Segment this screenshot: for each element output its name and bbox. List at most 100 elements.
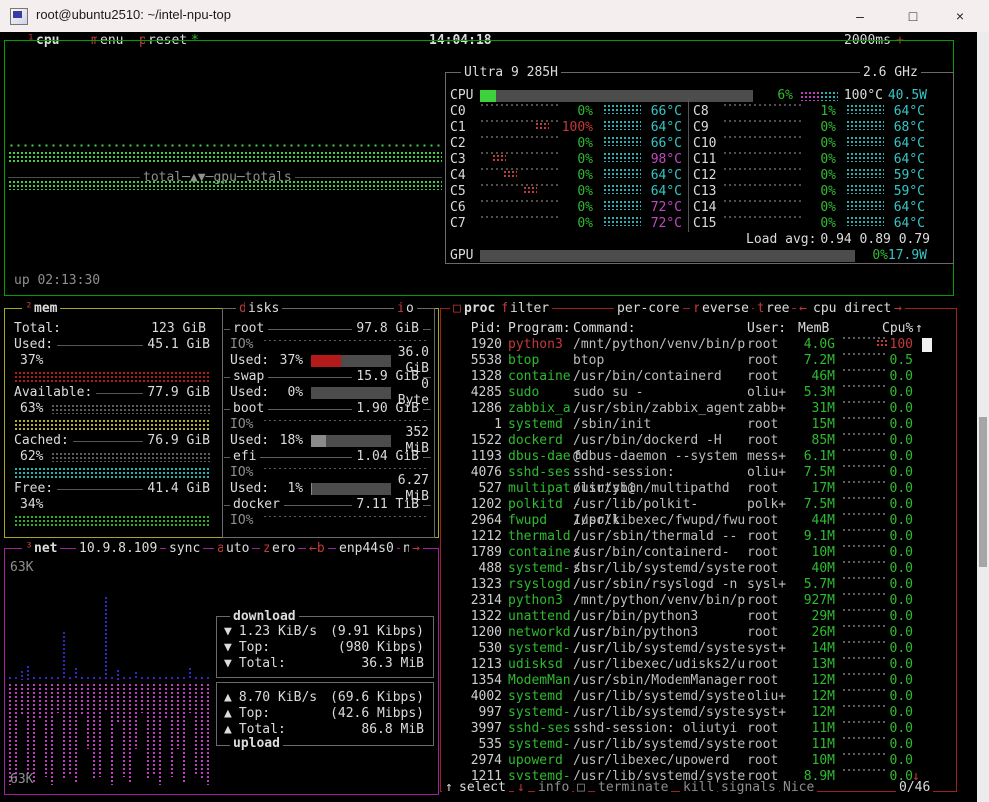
footer-kill[interactable]: kill	[680, 780, 717, 796]
net-zero-toggle[interactable]: ero	[269, 541, 298, 557]
process-row[interactable]: 2974 upowerd /usr/libexec/upowerd root 1…	[440, 753, 950, 769]
core-row: C7 0% 72°C	[450, 216, 690, 232]
tree-toggle[interactable]: ree	[763, 301, 792, 317]
process-cpu: 0.0	[880, 401, 913, 417]
footer-nice[interactable]: Nice	[780, 780, 817, 796]
process-row[interactable]: 1193 dbus-dae @dbus-daemon --system mess…	[440, 449, 950, 465]
mem-meter-value: 45.1 GiB	[147, 337, 210, 353]
reverse-toggle[interactable]: everse	[699, 301, 752, 317]
process-row[interactable]: 997 systemd- /usr/lib/systemd/syste syst…	[440, 705, 950, 721]
process-row[interactable]: 1322 unattend /usr/bin/python3 /usr/ roo…	[440, 609, 950, 625]
cpu-total-meter	[480, 90, 753, 102]
scrollbar-thumb[interactable]	[979, 417, 987, 567]
footer-select[interactable]: select	[456, 780, 509, 796]
process-row[interactable]: 1202 polkitd /usr/lib/polkit-1/polk polk…	[440, 497, 950, 513]
process-row[interactable]: 4002 systemd /usr/lib/systemd/syste oliu…	[440, 689, 950, 705]
process-row[interactable]: 535 systemd- /usr/lib/systemd/syste root…	[440, 737, 950, 753]
process-mem: 10M	[793, 753, 835, 769]
process-command: /sbin/init	[573, 417, 745, 433]
process-row[interactable]: 1 systemd /sbin/init root 15M 0.0	[440, 417, 950, 433]
sort-right-arr[interactable]: →	[891, 301, 905, 317]
process-row[interactable]: 1213 udisksd /usr/libexec/udisks2/u root…	[440, 657, 950, 673]
download-stat-row: ▼ 1.23 KiB/s (9.91 Kibps)	[222, 624, 426, 640]
process-row[interactable]: 1354 ModemMan /usr/sbin/ModemManager roo…	[440, 673, 950, 689]
upload-stat-value: 86.8 MiB	[286, 722, 424, 738]
disk-io-label: IO%	[230, 465, 253, 481]
core-temp-graph	[846, 184, 884, 194]
process-row[interactable]: 527 multipat /usr/sbin/multipathd - root…	[440, 481, 950, 497]
disks-title[interactable]: isks	[245, 301, 282, 317]
mem-total-label: Total:	[14, 321, 61, 337]
net-next-interface-button[interactable]: →	[409, 541, 423, 557]
process-row[interactable]: 2964 fwupd /usr/libexec/fwupd/fwu root 4…	[440, 513, 950, 529]
core-row: C10 0% 64°C	[693, 136, 933, 152]
core-temp: 64°C	[885, 136, 925, 152]
process-row[interactable]: 1323 rsyslogd /usr/sbin/rsyslogd -n sysl…	[440, 577, 950, 593]
footer-down-icon[interactable]: ↓	[514, 780, 528, 796]
footer-terminate[interactable]: terminate	[595, 780, 671, 796]
col-command[interactable]: Command:	[573, 321, 636, 337]
disk-used-label: Used:	[230, 433, 269, 449]
process-row[interactable]: 488 systemd- /usr/lib/systemd/syste root…	[440, 561, 950, 577]
minimize-button[interactable]: –	[837, 0, 883, 32]
disk-io-label: IO%	[230, 417, 253, 433]
process-row[interactable]: 4076 sshd-ses sshd-session: oliutyi@ oli…	[440, 465, 950, 481]
process-row[interactable]: 1212 thermald /usr/sbin/thermald --s roo…	[440, 529, 950, 545]
mem-meter-band	[14, 515, 210, 527]
process-user: zabb+	[747, 401, 793, 417]
disk-name: root	[233, 321, 264, 337]
core-name: C7	[450, 216, 466, 232]
per-core-toggle[interactable]: per-core	[614, 301, 683, 317]
footer-signals[interactable]: signals	[718, 780, 779, 796]
sort-left-arr[interactable]: ←	[796, 301, 810, 317]
upload-graph-column	[62, 683, 67, 779]
core-name: C0	[450, 104, 466, 120]
upload-graph-column	[182, 683, 187, 782]
footer-info[interactable]: info	[535, 780, 572, 796]
process-row[interactable]: 2314 python3 /mnt/python/venv/bin/p root…	[440, 593, 950, 609]
maximize-button[interactable]: □	[890, 0, 936, 32]
col-cpu[interactable]: Cpu%	[882, 321, 913, 337]
col-program[interactable]: Program:	[508, 321, 571, 337]
process-row[interactable]: 530 systemd- /usr/lib/systemd/syste syst…	[440, 641, 950, 657]
download-stat-row: ▼ Top: (980 Kibps)	[222, 640, 426, 656]
net-auto-toggle[interactable]: uto	[223, 541, 252, 557]
process-user: root	[747, 481, 793, 497]
upload-stat-value: (69.6 Kibps)	[317, 690, 424, 706]
process-row[interactable]: 1200 networkd /usr/bin/python3 /usr/ roo…	[440, 625, 950, 641]
process-row[interactable]: 1328 containe /usr/bin/containerd root 4…	[440, 369, 950, 385]
process-mem: 12M	[793, 705, 835, 721]
upload-stats: ▲ 8.70 KiB/s (69.6 Kibps) ▲ Top: (42.6 M…	[222, 690, 426, 738]
process-row[interactable]: 1522 dockerd /usr/bin/dockerd -H fd root…	[440, 433, 950, 449]
process-command: sudo su -	[573, 385, 745, 401]
net-prev-interface-button[interactable]: ←b	[306, 541, 328, 557]
disk-used-label: Used:	[230, 353, 269, 369]
core-name: C4	[450, 168, 466, 184]
process-pid: 1193	[440, 449, 502, 465]
download-stat-row: ▼ Total: 36.3 MiB	[222, 656, 426, 672]
process-cpu: 0.0	[880, 689, 913, 705]
process-row[interactable]: 5538 btop btop root 7.2M 0.5	[440, 353, 950, 369]
net-title[interactable]: net	[31, 541, 60, 557]
close-button[interactable]: ×	[937, 0, 983, 32]
cpu-graph-upper-dense	[8, 151, 442, 164]
terminal-scrollbar[interactable]	[977, 32, 989, 802]
process-row[interactable]: 1920 python3 /mnt/python/venv/bin/p root…	[440, 337, 950, 353]
disks-io-title[interactable]: o	[403, 301, 417, 317]
col-user[interactable]: User:	[747, 321, 786, 337]
upload-graph-column	[134, 683, 139, 749]
col-mem[interactable]: MemB	[798, 321, 829, 337]
footer-up-icon[interactable]: ↑	[442, 780, 456, 796]
proc-title[interactable]: proc	[461, 301, 498, 317]
process-row[interactable]: 1789 containe /usr/bin/containerd-sh roo…	[440, 545, 950, 561]
net-sync-toggle[interactable]: sync	[166, 541, 203, 557]
disk-name: efi	[233, 449, 256, 465]
process-row[interactable]: 3997 sshd-ses sshd-session: oliutyi root…	[440, 721, 950, 737]
process-row[interactable]: 1286 zabbix_a /usr/sbin/zabbix_agent zab…	[440, 401, 950, 417]
process-row[interactable]: 4285 sudo sudo su - oliu+ 5.3M 0.0	[440, 385, 950, 401]
mem-title[interactable]: mem	[31, 301, 60, 317]
core-temp-graph	[846, 216, 884, 226]
filter-button[interactable]: ilter	[507, 301, 552, 317]
col-pid[interactable]: Pid:	[460, 321, 502, 337]
disk-used-row: Used:1%6.27 MiB	[224, 481, 431, 497]
